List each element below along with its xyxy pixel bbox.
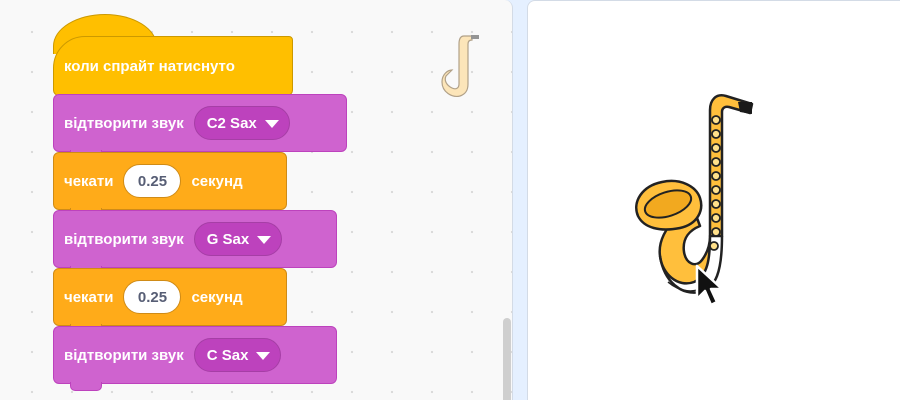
play-sound-label: відтворити звук: [64, 230, 184, 248]
hat-block-label: коли спрайт натиснуто: [64, 57, 235, 75]
play-sound-block-1[interactable]: відтворити звук C2 Sax: [53, 94, 347, 159]
chevron-down-icon: [264, 120, 279, 128]
code-area-scrollbar[interactable]: [503, 318, 511, 400]
seconds-label: секунд: [191, 172, 243, 190]
wait-seconds-input[interactable]: 0.25: [123, 280, 182, 314]
play-sound-label: відтворити звук: [64, 114, 184, 132]
play-sound-block-3[interactable]: відтворити звук C Sax: [53, 326, 337, 391]
sound-dropdown[interactable]: C Sax: [193, 338, 282, 372]
wait-block-2[interactable]: чекати 0.25 секунд: [53, 268, 287, 333]
sound-dropdown-value: G Sax: [206, 230, 250, 248]
wait-seconds-input[interactable]: 0.25: [123, 164, 182, 198]
sound-dropdown-value: C Sax: [206, 346, 249, 364]
chevron-down-icon: [257, 236, 272, 244]
play-sound-label: відтворити звук: [64, 346, 184, 364]
play-sound-block-2[interactable]: відтворити звук G Sax: [53, 210, 337, 275]
sound-dropdown[interactable]: G Sax: [193, 222, 283, 256]
when-sprite-clicked-block[interactable]: коли спрайт натиснуто: [53, 36, 293, 103]
wait-label: чекати: [64, 288, 114, 306]
wait-block-1[interactable]: чекати 0.25 секунд: [53, 152, 287, 217]
stage[interactable]: [527, 0, 900, 400]
sound-dropdown[interactable]: C2 Sax: [193, 106, 290, 140]
block-notch: [70, 382, 102, 391]
seconds-label: секунд: [191, 288, 243, 306]
code-area[interactable]: коли спрайт натиснуто відтворити звук C2…: [0, 0, 513, 400]
sound-dropdown-value: C2 Sax: [206, 114, 257, 132]
wait-label: чекати: [64, 172, 114, 190]
arrow-cursor-icon: [695, 264, 724, 307]
saxophone-icon[interactable]: [438, 30, 488, 102]
chevron-down-icon: [256, 352, 271, 360]
